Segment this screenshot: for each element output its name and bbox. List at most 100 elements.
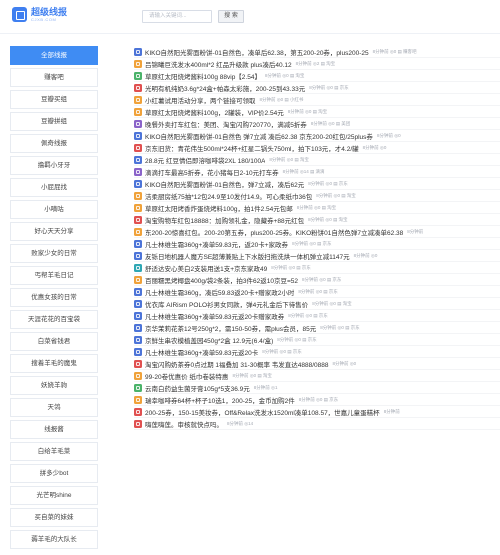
deal-row[interactable]: 凡士林维生霜360g，凑后59.83返20卡+赠家政2小时 8分钟前 ◎0 ▤ 京… [134,286,500,298]
sidebar-item-6[interactable]: 小屁屁找 [10,178,98,197]
deal-row[interactable]: 东200-20惊喜红包。200-20第五券，plus200-25券。KIKO粉饼… [134,226,500,238]
deal-title-link[interactable]: 京鲜生串农模植盖园450g*2盒 12.9元(6.4/盒) [145,335,273,345]
deal-row[interactable]: 淘宝闪购奶茶券0点过期 1福叠加 31-30概率 韦发直达4888/0888 8分… [134,358,500,370]
deal-row[interactable]: 草原红太阳烤香炸蛋烧烤料100g，拍1件2.54元包邮 8分钟前 ◎0 ▤ 淘宝 [134,202,500,214]
deal-title-link[interactable]: 嗨莲嗨莲。审核就快点吗。 [145,419,223,429]
sidebar-item-15[interactable]: 妖娆羊驹 [10,376,98,395]
deal-row[interactable]: 淘宝购物车红包18888：加购领礼金，隐藏券+88元红包 8分钟前 ◎0 ▤ 淘宝 [134,214,500,226]
deal-title-link[interactable]: 洁柔厨房纸75抽*12包24.9至10发付14.9。可心柔纸巾36包 [145,191,312,201]
deal-title-link[interactable]: 草原红太阳烧烤酱料100g 88vip【2.54】 [145,71,261,81]
sidebar-item-19[interactable]: 拼多少bot [10,464,98,483]
deal-title-link[interactable]: 凡士林维生霜360g+凑单59.83元返20卡赠家政券 [145,311,284,321]
sidebar-item-21[interactable]: 买自菜的妹妹 [10,508,98,527]
sidebar-item-17[interactable]: 线报酱 [10,420,98,439]
sidebar-item-14[interactable]: 搜着羊毛的魔鬼 [10,354,98,373]
deal-title-link[interactable]: 瑞幸咖啡券64杯+杯子10选1，200-25，金币加购2件 [145,395,295,405]
sidebar-item-0[interactable]: 全部线报 [10,46,98,65]
deal-meta: 8分钟前 ◎0 ▤ 京东 [301,276,342,282]
sidebar-item-1[interactable]: 赚客吧 [10,68,98,87]
deal-title-link[interactable]: 淘宝闪购奶茶券0点过期 1福叠加 31-30概率 韦发直达4888/0888 [145,359,329,369]
deal-row[interactable]: 京东旧货：青花伟生500ml*24杯+红星二锅头750ml，拍下103元，才4.… [134,142,500,154]
deal-title-link[interactable]: 吕锦曦巨洗发水400ml*2 红品升级款 plus凑后40.12 [145,59,292,69]
deal-title-link[interactable]: 滴滴打车最高5折券，花小猪每日2-10元打车券 [145,167,279,177]
sidebar-item-18[interactable]: 白给羊毛菜 [10,442,98,461]
sidebar-item-16[interactable]: 天鸰 [10,398,98,417]
deal-title-link[interactable]: 凡士林维生霜360g，凑后59.83返20卡+赠家政2小时 [145,287,294,297]
deal-title-link[interactable]: 京华茉莉花茶12号250g*2，需150-50券，需plus会员，85元 [145,323,316,333]
deal-row[interactable]: 光明有机纯奶3.6g*24盒+帕森太彩施，200-25到43.33元 8分钟前 ◎… [134,82,500,94]
search-input[interactable]: 请输入关键词... [142,10,212,23]
sidebar-item-22[interactable]: 薅羊毛的大队长 [10,530,98,549]
sidebar-item-2[interactable]: 豆瓣买组 [10,90,98,109]
deal-title-link[interactable]: 200-25券，150-15美妆券，Off&Relax洗发水1520ml凑单10… [145,407,380,417]
deal-title-link[interactable]: 云南白药益生菌牙膏105g*5支36.9元 [145,383,250,393]
sidebar-item-13[interactable]: 白菜省钱君 [10,332,98,351]
deal-title-link[interactable]: 友铄日地机器人魔方SE超薄兼贴上下水版扫拖洗烘一体机弹立减1147元 [145,251,350,261]
deal-title-link[interactable]: 舒适达安心美白2支装用送1支+京东家政49 [145,263,267,273]
sidebar-item-12[interactable]: 天涯花花的百宝袋 [10,310,98,329]
deal-title-link[interactable]: KIKO自然阳光雾面粉饼-01自然色，凑单后62.38，第五200-20券，pl… [145,47,369,57]
sidebar-item-20[interactable]: 光芒明shine [10,486,98,505]
deal-row[interactable]: 洁柔厨房纸75抽*12包24.9至10发付14.9。可心柔纸巾36包 8分钟前 ◎… [134,190,500,202]
deal-row[interactable]: 嗨莲嗨莲。审核就快点吗。 8分钟前 ◎14 [134,418,500,430]
sidebar-item-10[interactable]: 丐帮羊毛日记 [10,266,98,285]
deal-row[interactable]: 京鲜生串农模植盖园450g*2盒 12.9元(6.4/盒) 8分钟前 ◎0 ▤ 京… [134,334,500,346]
deal-row[interactable]: 吕锦曦巨洗发水400ml*2 红品升级款 plus凑后40.12 8分钟前 ◎2 … [134,58,500,70]
deal-row[interactable]: 99-20卷优惠价 纸巾卷装特惠 8分钟前 ◎0 ▤ 淘宝 [134,370,500,382]
sidebar-item-4[interactable]: 佩奇线报 [10,134,98,153]
deal-row[interactable]: 友铄日地机器人魔方SE超薄兼贴上下水版扫拖洗烘一体机弹立减1147元 8分钟前 ◎… [134,250,500,262]
deal-meta: 8分钟前 ◎0 ▤ 淘宝 [316,192,356,198]
deal-row[interactable]: 凡士林维生霜360g+凑单59.83元返20卡赠家政券 8分钟前 ◎0 ▤ 京东 [134,310,500,322]
sidebar-item-11[interactable]: 优惠女孩的日常 [10,288,98,307]
deal-row[interactable]: 瑞幸咖啡券64杯+杯子10选1，200-25，金币加购2件 8分钟前 ◎0 ▤ 京… [134,394,500,406]
deal-title-link[interactable]: 草原红太阳烧烤酱料100g，2罐装，VIP价2.54元 [145,107,284,117]
deal-title-link[interactable]: KIKO自然阳光雾面粉饼-01自然色 弹7立减 凑后62.38 京东200-20… [145,131,373,141]
deal-row[interactable]: 优衣库 AIRism POLO衫男女同款，弹4元礼金后下待售价 8分钟前 ◎0 ▤… [134,298,500,310]
deal-title-link[interactable]: 京东旧货：青花伟生500ml*24杯+红星二锅头750ml，拍下103元，才4.… [145,143,359,153]
deal-row[interactable]: 凡士林维生霜360g+凑单59.83元返20卡 8分钟前 ◎0 ▤ 京东 [134,346,500,358]
source-icon [134,83,142,92]
deal-title-link[interactable]: 凡士林维生霜360g+凑单59.83元返20卡 [145,347,258,357]
deal-title-link[interactable]: 光明有机纯奶3.6g*24盒+帕森太彩施，200-25到43.33元 [145,83,305,93]
deal-row[interactable]: 小红薯试用活动分享，两个链接可领取 8分钟前 ◎0 ▤ 小红书 [134,94,500,106]
deal-row[interactable]: 滴滴打车最高5折券，花小猪每日2-10元打车券 8分钟前 ◎14 ▤ 滴滴 [134,166,500,178]
deal-row[interactable]: KIKO自然阳光雾面粉饼-01自然色，弹7立减，凑后62元 8分钟前 ◎0 ▤ 京… [134,178,500,190]
deal-row[interactable]: KIKO自然阳光雾面粉饼-01自然色 弹7立减 凑后62.38 京东200-20… [134,130,500,142]
deal-title-link[interactable]: KIKO自然阳光雾面粉饼-01自然色，弹7立减，凑后62元 [145,179,304,189]
deal-row[interactable]: 28.8元 红豆情侣即溶咖啡袋2XL 180/100A 8分钟前 ◎0 ▤ 淘宝 [134,154,500,166]
deal-meta: 8分钟前 ◎0 [332,360,357,366]
deal-row[interactable]: 京华茉莉花茶12号250g*2，需150-50券，需plus会员，85元 8分钟前… [134,322,500,334]
deal-title-link[interactable]: 凡士林维生霜360g+凑单59.83元，返20卡+家政券 [145,239,288,249]
deal-title-link[interactable]: 优衣库 AIRism POLO衫男女同款，弹4元礼金后下待售价 [145,299,308,309]
sidebar-item-7[interactable]: 小嘀咕 [10,200,98,219]
deal-row[interactable]: 草原红太阳烧烤酱料100g，2罐装，VIP价2.54元 8分钟前 ◎0 ▤ 淘宝 [134,106,500,118]
deal-row[interactable]: KIKO自然阳光雾面粉饼-01自然色，凑单后62.38，第五200-20券，pl… [134,46,500,58]
deal-title-link[interactable]: 99-20卷优惠价 纸巾卷装特惠 [145,371,228,381]
source-icon [134,227,142,236]
search-button[interactable]: 搜 索 [218,10,244,23]
sidebar-item-8[interactable]: 好心天天分享 [10,222,98,241]
sidebar-item-5[interactable]: 撸羁小牙牙 [10,156,98,175]
logo-subtitle: CJXB.COM [31,17,57,22]
deal-title-link[interactable]: 28.8元 红豆情侣即溶咖啡袋2XL 180/100A [145,155,265,165]
deal-row[interactable]: 草原红太阳烧烤酱料100g 88vip【2.54】 8分钟前 ◎0 ▤ 淘宝 [134,70,500,82]
deal-title-link[interactable]: 百丽糯黑烤椰盘400g/袋2条装，拍3件62返10京豆=52 [145,275,298,285]
deal-row[interactable]: 200-25券，150-15美妆券，Off&Relax洗发水1520ml凑单10… [134,406,500,418]
deal-row[interactable]: 百丽糯黑烤椰盘400g/袋2条装，拍3件62返10京豆=52 8分钟前 ◎0 ▤ … [134,274,500,286]
deal-row[interactable]: 云南白药益生菌牙膏105g*5支36.9元 8分钟前 ◎1 [134,382,500,394]
deal-row[interactable]: 凡士林维生霜360g+凑单59.83元，返20卡+家政券 8分钟前 ◎0 ▤ 京东 [134,238,500,250]
deal-row[interactable]: 舒适达安心美白2支装用送1支+京东家政49 8分钟前 ◎0 ▤ 京东 [134,262,500,274]
deal-title-link[interactable]: 小红薯试用活动分享，两个链接可领取 [145,95,256,105]
deal-meta: 8分钟前 ◎0 ▤ 美团 [310,120,351,126]
deal-title-link[interactable]: 淘宝购物车红包18888：加购领礼金，隐藏券+88元红包 [145,215,304,225]
deal-title-link[interactable]: 晚餐外卖打车红包：美团、淘宝闪购720770，满减5折券 [145,119,307,129]
site-logo[interactable]: 超级线报 CJXB.COM [12,7,67,22]
deal-title-link[interactable]: 草原红太阳烤香炸蛋烧烤料100g，拍1件2.54元包邮 [145,203,293,213]
sidebar-item-3[interactable]: 豆瓣拼组 [10,112,98,131]
deal-meta: 8分钟前 ◎0 ▤ 淘宝 [269,156,309,162]
deal-row[interactable]: 晚餐外卖打车红包：美团、淘宝闪购720770，满减5折券 8分钟前 ◎0 ▤ 美团 [134,118,500,130]
deal-meta: 8分钟前 ◎0 ▤ 京东 [262,348,302,354]
sidebar-item-9[interactable]: 败家少女的日常 [10,244,98,263]
source-icon [134,155,142,164]
deal-title-link[interactable]: 东200-20惊喜红包。200-20第五券，plus200-25券。KIKO粉饼… [145,227,403,237]
